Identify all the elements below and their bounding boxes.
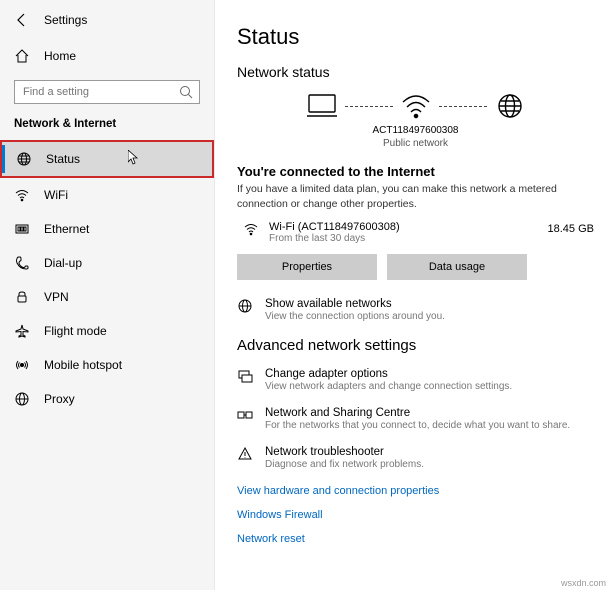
sidebar-item-home[interactable]: Home (0, 40, 214, 72)
cursor-icon (128, 150, 140, 169)
connection-usage: 18.45 GB (548, 221, 594, 235)
link-reset[interactable]: Network reset (237, 533, 594, 545)
setting-title: Show available networks (265, 298, 445, 310)
sidebar-nav: Status WiFi Ethernet Dial-up (0, 140, 214, 416)
wifi-signal-icon (399, 92, 433, 120)
connected-desc: If you have a limited data plan, you can… (237, 182, 594, 211)
button-row: Properties Data usage (237, 254, 594, 280)
globe-icon (493, 92, 527, 120)
network-sharing-centre[interactable]: Network and Sharing Centre For the netwo… (237, 407, 594, 432)
item-label: Ethernet (44, 222, 89, 236)
advanced-title: Advanced network settings (237, 337, 594, 354)
sidebar-item-status[interactable]: Status (0, 140, 214, 178)
data-usage-button[interactable]: Data usage (387, 254, 527, 280)
setting-title: Network troubleshooter (265, 446, 424, 458)
search-input[interactable] (14, 80, 200, 104)
item-label: WiFi (44, 188, 68, 202)
sharing-icon (237, 407, 253, 423)
app-title: Settings (44, 13, 87, 27)
item-label: Mobile hotspot (44, 358, 122, 372)
back-button[interactable] (14, 12, 30, 28)
sidebar-item-mobile-hotspot[interactable]: Mobile hotspot (0, 348, 214, 382)
sidebar-section-label: Network & Internet (0, 118, 214, 140)
network-troubleshooter[interactable]: Network troubleshooter Diagnose and fix … (237, 446, 594, 471)
page-title: Status (237, 24, 594, 50)
sidebar-item-proxy[interactable]: Proxy (0, 382, 214, 416)
sidebar-item-dialup[interactable]: Dial-up (0, 246, 214, 280)
setting-text: Show available networks View the connect… (265, 298, 445, 323)
item-label: Dial-up (44, 256, 82, 270)
globe-icon (16, 151, 32, 167)
diagram-line (345, 106, 393, 107)
setting-desc: View the connection options around you. (265, 310, 445, 323)
network-diagram (237, 92, 594, 120)
airplane-icon (14, 323, 30, 339)
setting-title: Change adapter options (265, 368, 512, 380)
network-status-title: Network status (237, 64, 594, 80)
ethernet-icon (14, 221, 30, 237)
adapter-icon (237, 368, 253, 384)
diagram-line (439, 106, 487, 107)
sidebar-item-flight-mode[interactable]: Flight mode (0, 314, 214, 348)
diagram-ssid: ACT118497600308 (237, 124, 594, 137)
watermark: wsxdn.com (561, 578, 606, 588)
diagram-type: Public network (237, 137, 594, 150)
globe-icon (237, 298, 253, 314)
dialup-icon (14, 255, 30, 271)
computer-icon (305, 92, 339, 120)
item-label: VPN (44, 290, 69, 304)
setting-title: Network and Sharing Centre (265, 407, 570, 419)
wifi-icon (243, 221, 259, 237)
item-label: Status (46, 152, 80, 166)
setting-desc: For the networks that you connect to, de… (265, 419, 570, 432)
wifi-icon (14, 187, 30, 203)
header-row: Settings (0, 8, 214, 40)
sidebar-item-ethernet[interactable]: Ethernet (0, 212, 214, 246)
connection-row: Wi-Fi (ACT118497600308) From the last 30… (237, 221, 594, 244)
proxy-icon (14, 391, 30, 407)
properties-button[interactable]: Properties (237, 254, 377, 280)
sidebar: Settings Home Network & Internet Status (0, 0, 215, 590)
diagram-caption: ACT118497600308 Public network (237, 124, 594, 150)
setting-desc: Diagnose and fix network problems. (265, 458, 424, 471)
warning-icon (237, 446, 253, 462)
main-content: Status Network status ACT118497600308 Pu… (215, 0, 610, 590)
connection-sub: From the last 30 days (269, 233, 538, 244)
vpn-icon (14, 289, 30, 305)
home-label: Home (44, 49, 76, 63)
setting-text: Network and Sharing Centre For the netwo… (265, 407, 570, 432)
hotspot-icon (14, 357, 30, 373)
item-label: Proxy (44, 392, 75, 406)
connected-title: You're connected to the Internet (237, 164, 594, 179)
setting-text: Change adapter options View network adap… (265, 368, 512, 393)
home-icon (14, 48, 30, 64)
link-hardware[interactable]: View hardware and connection properties (237, 485, 594, 497)
item-label: Flight mode (44, 324, 107, 338)
show-available-networks[interactable]: Show available networks View the connect… (237, 298, 594, 323)
search-wrapper (14, 80, 200, 104)
link-firewall[interactable]: Windows Firewall (237, 509, 594, 521)
sidebar-item-wifi[interactable]: WiFi (0, 178, 214, 212)
connection-name: Wi-Fi (ACT118497600308) (269, 221, 538, 233)
sidebar-item-vpn[interactable]: VPN (0, 280, 214, 314)
setting-text: Network troubleshooter Diagnose and fix … (265, 446, 424, 471)
change-adapter-options[interactable]: Change adapter options View network adap… (237, 368, 594, 393)
connection-info: Wi-Fi (ACT118497600308) From the last 30… (269, 221, 538, 244)
setting-desc: View network adapters and change connect… (265, 380, 512, 393)
